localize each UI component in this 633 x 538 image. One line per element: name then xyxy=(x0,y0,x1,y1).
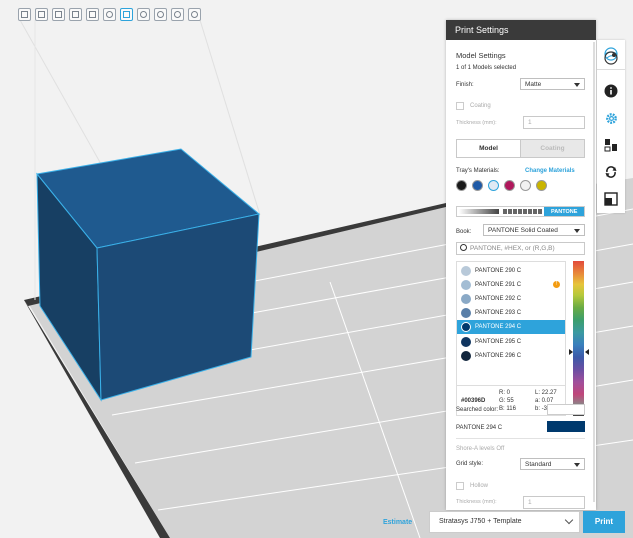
tray-swatch-magenta[interactable] xyxy=(504,180,515,191)
chevron-down-icon xyxy=(564,515,574,525)
palette-grid-tab[interactable] xyxy=(500,207,545,216)
selected-color-name: PANTONE 294 C xyxy=(456,425,503,431)
chevron-down-icon xyxy=(574,463,580,467)
view-front-icon[interactable] xyxy=(18,8,31,21)
grid-style-value: Standard xyxy=(525,461,552,468)
spectrum-marker-left[interactable] xyxy=(569,349,573,355)
g-value: G: 55 xyxy=(499,398,514,404)
thickness-label: Thickness (mm): xyxy=(456,120,497,126)
search-icon xyxy=(460,244,467,251)
list-item[interactable]: PANTONE 292 C xyxy=(457,292,565,306)
thickness2-input[interactable]: 1 xyxy=(523,496,585,509)
color-spectrum-slider[interactable] xyxy=(573,261,584,416)
zoom-fit-icon[interactable] xyxy=(154,8,167,21)
tray-swatch-light[interactable] xyxy=(488,180,499,191)
list-item[interactable]: PANTONE 291 C! xyxy=(457,278,565,292)
thickness2-label: Thickness (mm): xyxy=(456,499,497,505)
arrange-icon[interactable] xyxy=(603,137,619,153)
tray-swatch-yellow[interactable] xyxy=(536,180,547,191)
gear-icon[interactable] xyxy=(603,110,619,126)
selected-color-sample xyxy=(547,421,585,432)
printer-select[interactable]: Stratasys J750 + Template xyxy=(429,511,580,533)
material-tabs: Model Coating xyxy=(456,139,585,158)
chevron-down-icon xyxy=(574,229,580,233)
hex-value: #00396D xyxy=(461,398,486,404)
printer-value: Stratasys J750 + Template xyxy=(439,518,522,525)
hollow-label: Hollow xyxy=(470,483,489,489)
estimate-link[interactable]: Estimate xyxy=(383,519,412,526)
book-select[interactable]: PANTONE Solid Coated xyxy=(483,224,585,236)
warning-icon: ! xyxy=(553,281,560,288)
print-button[interactable]: Print xyxy=(583,511,625,533)
list-item[interactable]: PANTONE 290 C xyxy=(457,264,565,278)
thickness-input[interactable]: 1 xyxy=(523,116,585,129)
scale-icon[interactable] xyxy=(603,191,619,207)
book-value: PANTONE Solid Coated xyxy=(488,227,558,234)
grid-style-select[interactable]: Standard xyxy=(520,458,585,470)
finish-value: Matte xyxy=(525,81,542,88)
tray-swatch-white[interactable] xyxy=(520,180,531,191)
view-back-icon[interactable] xyxy=(35,8,48,21)
rotate-icon[interactable] xyxy=(603,164,619,180)
view-right-icon[interactable] xyxy=(69,8,82,21)
finish-label: Finish: xyxy=(456,82,474,88)
tray-swatch-black[interactable] xyxy=(456,180,467,191)
info-icon[interactable] xyxy=(603,83,619,99)
b-value: B: 116 xyxy=(499,406,516,412)
print-settings-panel: Print Settings Model Settings 1 of 1 Mod… xyxy=(446,20,596,510)
tab-coating[interactable]: Coating xyxy=(520,140,584,157)
coating-checkbox[interactable] xyxy=(456,102,464,110)
zoom-icon[interactable] xyxy=(188,8,201,21)
list-item[interactable]: PANTONE 296 C xyxy=(457,349,565,363)
panel-title: Print Settings xyxy=(446,20,596,40)
view-left-icon[interactable] xyxy=(52,8,65,21)
tab-model[interactable]: Model xyxy=(457,140,520,157)
list-item[interactable]: PANTONE 293 C xyxy=(457,306,565,320)
divider xyxy=(456,438,585,439)
zoom-region-icon[interactable] xyxy=(171,8,184,21)
spectrum-marker-right[interactable] xyxy=(585,349,589,355)
pantone-color-list[interactable]: PANTONE 290 C PANTONE 291 C! PANTONE 292… xyxy=(456,261,566,416)
coating-label: Coating xyxy=(470,103,491,109)
view-iso-icon[interactable] xyxy=(103,8,116,21)
palette-gradient-tab[interactable] xyxy=(457,207,501,216)
book-label: Book: xyxy=(456,229,472,235)
view-toolbar xyxy=(18,8,201,21)
r-value: R: 0 xyxy=(499,390,511,396)
color-search-input[interactable]: PANTONE, #HEX, or (R,G,B) xyxy=(456,242,585,255)
shore-levels-label: Shore-A levels Off xyxy=(456,446,505,452)
searched-color-label: Searched color: xyxy=(456,407,499,413)
selection-status: 1 of 1 Models selected xyxy=(456,65,517,71)
change-materials-link[interactable]: Change Materials xyxy=(525,168,575,174)
tray-swatch-blue[interactable] xyxy=(472,180,483,191)
grid-style-label: Grid style: xyxy=(456,461,484,467)
list-item-selected[interactable]: PANTONE 294 C xyxy=(457,320,565,334)
searched-color-sample xyxy=(547,404,585,415)
l-value: L: 22.27 xyxy=(535,390,557,396)
palette-pantone-tab[interactable]: PANTONE xyxy=(544,207,585,216)
view-top-icon[interactable] xyxy=(86,8,99,21)
list-item[interactable]: PANTONE 295 C xyxy=(457,335,565,349)
grid-icon[interactable] xyxy=(120,8,133,21)
chevron-down-icon xyxy=(574,83,580,87)
target-icon[interactable] xyxy=(137,8,150,21)
hollow-checkbox[interactable] xyxy=(456,482,464,490)
finish-select[interactable]: Matte xyxy=(520,78,585,90)
panel-scrollbar[interactable] xyxy=(593,42,595,502)
palette-type-selector: PANTONE xyxy=(456,206,585,217)
trays-materials-label: Tray's Materials: xyxy=(456,168,500,174)
model-settings-heading: Model Settings xyxy=(456,51,506,60)
material-icon[interactable] xyxy=(603,50,619,66)
